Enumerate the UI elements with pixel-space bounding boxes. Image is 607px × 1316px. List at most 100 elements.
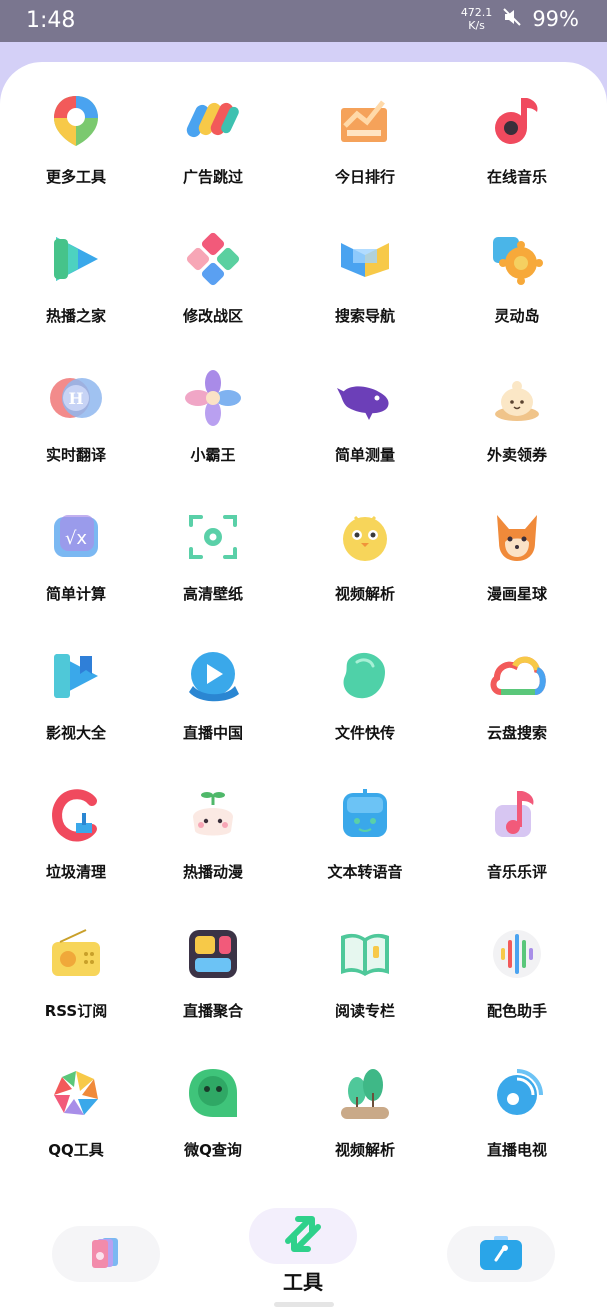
tool-more-tools[interactable]: 更多工具 (0, 72, 152, 211)
svg-text:√x: √x (65, 528, 87, 549)
tool-live-china[interactable]: 直播中国 (137, 628, 289, 767)
tool-label: 直播中国 (182, 724, 243, 742)
tool-change-zone[interactable]: 修改战区 (137, 211, 289, 350)
cloud-icon (487, 646, 547, 706)
tool-label: 外卖领券 (486, 446, 547, 464)
tool-label: 简单测量 (334, 446, 395, 464)
status-bar: 1:48 472.1 K/s 99% (0, 0, 607, 42)
tool-label: 阅读专栏 (334, 1002, 395, 1020)
tool-label: 文件快传 (334, 724, 395, 742)
nav-tab-tools[interactable]: 工具 (249, 1208, 357, 1295)
status-right: 472.1 K/s 99% (461, 6, 579, 32)
tool-label: 今日排行 (334, 168, 395, 186)
tool-qq-tools[interactable]: QQ工具 (0, 1045, 152, 1184)
cards-icon (86, 1232, 126, 1276)
tool-label: 视频解析 (334, 1141, 395, 1159)
broom-c-icon (46, 785, 106, 845)
network-speed-value: 472.1 (460, 6, 493, 19)
translate-h-icon: H (46, 368, 106, 428)
status-time: 1:48 (26, 8, 76, 33)
chat-face-icon (183, 1063, 243, 1123)
tool-label: QQ工具 (48, 1141, 104, 1159)
tool-label: 搜索导航 (334, 307, 395, 325)
tool-today-rank[interactable]: 今日排行 (289, 72, 441, 211)
tool-live-tv[interactable]: 直播电视 (441, 1045, 593, 1184)
nav-pill-active (249, 1208, 357, 1264)
tool-simple-calc[interactable]: √x 简单计算 (0, 489, 152, 628)
tool-junk-clean[interactable]: 垃圾清理 (0, 767, 152, 906)
tool-wq-query[interactable]: 微Q查询 (137, 1045, 289, 1184)
tool-simple-measure[interactable]: 简单测量 (289, 350, 441, 489)
tool-cloud-search[interactable]: 云盘搜索 (441, 628, 593, 767)
tool-comic-planet[interactable]: 漫画星球 (441, 489, 593, 628)
ribbon-flag-icon (335, 229, 395, 289)
tool-label: 广告跳过 (182, 168, 243, 186)
tool-label: 视频解析 (334, 585, 395, 603)
tool-xiaobawang[interactable]: 小霸王 (137, 350, 289, 489)
tool-label: 云盘搜索 (486, 724, 547, 742)
tool-film-collection[interactable]: 影视大全 (0, 628, 152, 767)
tool-label: 更多工具 (45, 168, 106, 186)
tool-label: 简单计算 (45, 585, 106, 603)
widget-tiles-icon (183, 924, 243, 984)
fox-icon (487, 507, 547, 567)
tools-card: 更多工具 广告跳过 今日排行 在线音乐 热播之家 修改战区 搜索导航 灵动岛 H… (0, 62, 607, 1182)
color-dots-icon (487, 924, 547, 984)
open-book-icon (335, 924, 395, 984)
tool-live-aggregate[interactable]: 直播聚合 (137, 906, 289, 1045)
tool-label: 文本转语音 (327, 863, 403, 881)
tool-file-transfer[interactable]: 文件快传 (289, 628, 441, 767)
tool-takeout-coupon[interactable]: 外卖领券 (441, 350, 593, 489)
tool-label: 音乐乐评 (486, 863, 547, 881)
tool-search-nav[interactable]: 搜索导航 (289, 211, 441, 350)
nav-tab-toolbox[interactable] (447, 1226, 555, 1282)
tool-label: 实时翻译 (45, 446, 106, 464)
bun-icon (487, 368, 547, 428)
tree-pot-icon (335, 1063, 395, 1123)
tool-label: 高清壁纸 (182, 585, 243, 603)
tool-label: 在线音乐 (486, 168, 547, 186)
tool-text-to-speech[interactable]: 文本转语音 (289, 767, 441, 906)
tool-video-parse[interactable]: 视频解析 (289, 489, 441, 628)
tool-label: 热播动漫 (182, 863, 243, 881)
tool-label: 小霸王 (190, 446, 236, 464)
tool-label: 灵动岛 (494, 307, 540, 325)
battery-level: 99% (532, 7, 579, 31)
robot-box-icon (335, 785, 395, 845)
whale-play-icon (183, 646, 243, 706)
tool-reading-column[interactable]: 阅读专栏 (289, 906, 441, 1045)
nav-tab-label: 工具 (283, 1270, 323, 1294)
nav-pill (447, 1226, 555, 1282)
satellite-icon (487, 1063, 547, 1123)
tool-rss[interactable]: RSS订阅 (0, 906, 152, 1045)
tool-hot-home[interactable]: 热播之家 (0, 211, 152, 350)
tool-color-helper[interactable]: 配色助手 (441, 906, 593, 1045)
tool-hd-wallpaper[interactable]: 高清壁纸 (137, 489, 289, 628)
tool-online-music[interactable]: 在线音乐 (441, 72, 593, 211)
tool-music-review[interactable]: 音乐乐评 (441, 767, 593, 906)
radio-icon (46, 924, 106, 984)
color-cards-icon (183, 90, 243, 150)
trending-chart-icon (335, 90, 395, 150)
tool-realtime-translate[interactable]: H 实时翻译 (0, 350, 152, 489)
toolbox-icon (478, 1232, 524, 1276)
tool-hot-anime[interactable]: 热播动漫 (137, 767, 289, 906)
tool-label: 热播之家 (45, 307, 106, 325)
tool-ad-skip[interactable]: 广告跳过 (137, 72, 289, 211)
puzzle-gear-icon (487, 229, 547, 289)
tool-label: 影视大全 (45, 724, 106, 742)
network-speed-unit: K/s (468, 19, 485, 32)
play-triangle-icon (46, 229, 106, 289)
tool-video-parse-2[interactable]: 视频解析 (289, 1045, 441, 1184)
tool-label: 垃圾清理 (45, 863, 106, 881)
tool-label: 微Q查询 (184, 1141, 242, 1159)
scan-flower-icon (183, 507, 243, 567)
music-flag-icon (487, 785, 547, 845)
svg-text:H: H (68, 389, 83, 408)
tool-label: 配色助手 (486, 1002, 547, 1020)
map-pin-icon (46, 90, 106, 150)
chick-icon (335, 507, 395, 567)
nav-tab-cards[interactable] (52, 1226, 160, 1282)
tool-dynamic-island[interactable]: 灵动岛 (441, 211, 593, 350)
network-speed: 472.1 K/s (461, 6, 493, 32)
